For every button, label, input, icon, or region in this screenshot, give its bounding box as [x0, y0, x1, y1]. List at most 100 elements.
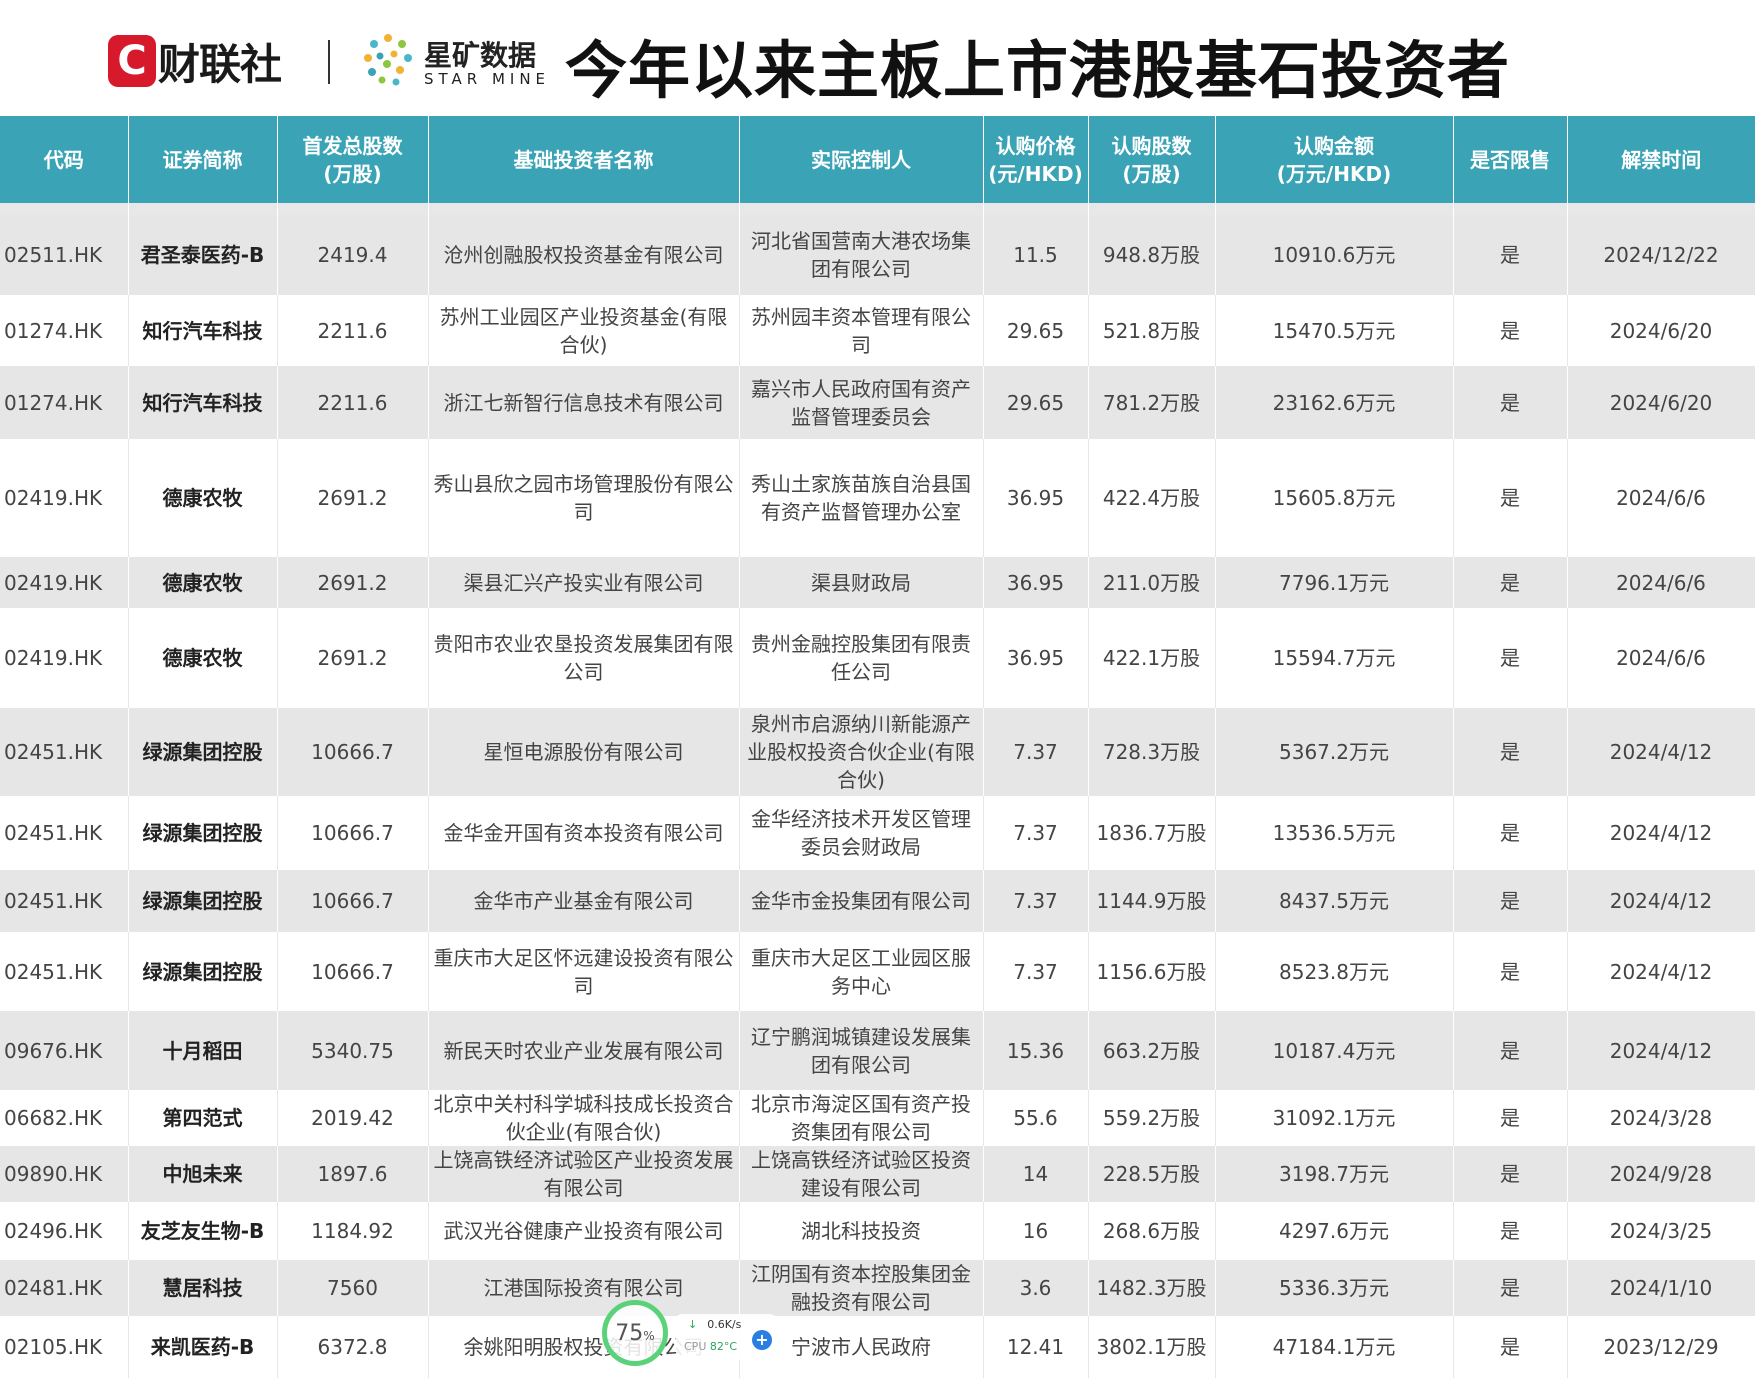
header: C 财联社 星矿数据 STAR MINE 今年以来主板上市港股基石投资者: [0, 0, 1755, 116]
cell-unlock-date: 2024/3/28: [1567, 1090, 1755, 1146]
cell-price: 7.37: [983, 870, 1089, 932]
header-code: 代码: [0, 116, 129, 203]
cpu-temp-value: 82°C: [709, 1340, 738, 1353]
cell-lockup: 是: [1453, 870, 1568, 932]
cell-short-name: 知行汽车科技: [128, 366, 278, 439]
cell-amount: 10187.4万元: [1215, 1011, 1454, 1090]
cell-subscribed-shares: 781.2万股: [1088, 366, 1216, 439]
cell-price: 7.37: [983, 708, 1089, 796]
cell-short-name: 绿源集团控股: [128, 932, 278, 1011]
cell-amount: 23162.6万元: [1215, 366, 1454, 439]
cell-short-name: 友芝友生物-B: [128, 1202, 278, 1260]
cell-investor-name: 金华金开国有资本投资有限公司: [428, 796, 740, 870]
cell-subscribed-shares: 521.8万股: [1088, 295, 1216, 366]
cell-short-name: 德康农牧: [128, 608, 278, 708]
page-title: 今年以来主板上市港股基石投资者: [565, 34, 1511, 107]
cpu-usage-ring: 75%: [602, 1300, 668, 1366]
cell-price: 7.37: [983, 796, 1089, 870]
cell-investor-name: 上饶高铁经济试验区产业投资发展有限公司: [428, 1146, 740, 1202]
cpu-temp: CPU 82°C: [684, 1340, 737, 1353]
cell-investor-name: 秀山县欣之园市场管理股份有限公司: [428, 439, 740, 557]
cell-controller: 上饶高铁经济试验区投资建设有限公司: [739, 1146, 984, 1202]
table-body: 02511.HK 君圣泰医药-B 2419.4 沧州创融股权投资基金有限公司 河北省国营…: [0, 203, 1755, 1378]
header-spacer-row: [0, 203, 1755, 215]
cell-subscribed-shares: 948.8万股: [1088, 215, 1216, 295]
cell-subscribed-shares: 663.2万股: [1088, 1011, 1216, 1090]
cell-subscribed-shares: 268.6万股: [1088, 1202, 1216, 1260]
cell-price: 29.65: [983, 295, 1089, 366]
cell-controller: 金华经济技术开发区管理委员会财政局: [739, 796, 984, 870]
cell-total-shares: 10666.7: [277, 870, 429, 932]
cell-short-name: 第四范式: [128, 1090, 278, 1146]
cell-amount: 7796.1万元: [1215, 557, 1454, 608]
cell-subscribed-shares: 728.3万股: [1088, 708, 1216, 796]
cell-unlock-date: 2024/6/20: [1567, 295, 1755, 366]
cell-lockup: 是: [1453, 215, 1568, 295]
cls-logo: C 财联社: [108, 33, 282, 89]
cell-unlock-date: 2024/6/20: [1567, 366, 1755, 439]
table-row: 02511.HK 君圣泰医药-B 2419.4 沧州创融股权投资基金有限公司 河北省国营…: [0, 215, 1755, 295]
cell-unlock-date: 2024/1/10: [1567, 1260, 1755, 1316]
cell-code: 06682.HK: [0, 1090, 129, 1146]
cell-unlock-date: 2024/4/12: [1567, 796, 1755, 870]
cell-price: 29.65: [983, 366, 1089, 439]
widget-plus-icon[interactable]: +: [752, 1330, 772, 1350]
cell-short-name: 知行汽车科技: [128, 295, 278, 366]
cell-amount: 10910.6万元: [1215, 215, 1454, 295]
table-row: 09676.HK 十月稻田 5340.75 新民天时农业产业发展有限公司 辽宁鹏润城镇建…: [0, 1011, 1755, 1090]
star-mine-name-en: STAR MINE: [424, 70, 551, 88]
cls-logo-mark: C: [108, 35, 156, 87]
cell-total-shares: 2691.2: [277, 557, 429, 608]
cell-lockup: 是: [1453, 557, 1568, 608]
cell-subscribed-shares: 1836.7万股: [1088, 796, 1216, 870]
header-price: 认购价格 (元/HKD): [983, 116, 1089, 203]
cell-total-shares: 10666.7: [277, 796, 429, 870]
cell-short-name: 德康农牧: [128, 439, 278, 557]
cell-investor-name: 星恒电源股份有限公司: [428, 708, 740, 796]
cell-lockup: 是: [1453, 1011, 1568, 1090]
cell-code: 02451.HK: [0, 708, 129, 796]
cell-price: 36.95: [983, 608, 1089, 708]
cell-short-name: 德康农牧: [128, 557, 278, 608]
cell-unlock-date: 2024/6/6: [1567, 439, 1755, 557]
cell-lockup: 是: [1453, 708, 1568, 796]
cell-total-shares: 2211.6: [277, 366, 429, 439]
cell-lockup: 是: [1453, 1202, 1568, 1260]
header-unlock-date: 解禁时间: [1567, 116, 1755, 203]
cell-short-name: 慧居科技: [128, 1260, 278, 1316]
cell-investor-name: 武汉光谷健康产业投资有限公司: [428, 1202, 740, 1260]
cell-controller: 金华市金投集团有限公司: [739, 870, 984, 932]
cell-total-shares: 10666.7: [277, 932, 429, 1011]
cell-controller: 辽宁鹏润城镇建设发展集团有限公司: [739, 1011, 984, 1090]
download-arrow-icon: ↓: [688, 1318, 698, 1331]
cell-code: 02451.HK: [0, 932, 129, 1011]
header-short-name: 证券简称: [128, 116, 278, 203]
cell-lockup: 是: [1453, 1316, 1568, 1378]
cell-controller: 北京市海淀区国有资产投资集团有限公司: [739, 1090, 984, 1146]
table-header-row: 代码 证券简称 首发总股数 (万股) 基础投资者名称 实际控制人 认购价格 (元/HKD)…: [0, 116, 1755, 203]
table-row: 02105.HK 来凯医药-B 6372.8 余姚阳明股权投资有限公司 宁波市人民政府 1…: [0, 1316, 1755, 1378]
cell-amount: 3198.7万元: [1215, 1146, 1454, 1202]
cell-price: 15.36: [983, 1011, 1089, 1090]
cell-unlock-date: 2024/4/12: [1567, 1011, 1755, 1090]
cpu-monitor-widget[interactable]: 75% ↓ 0.6K/s CPU 82°C +: [600, 1300, 780, 1368]
cell-price: 12.41: [983, 1316, 1089, 1378]
table-row: 02496.HK 友芝友生物-B 1184.92 武汉光谷健康产业投资有限公司 湖北科技…: [0, 1202, 1755, 1260]
cell-unlock-date: 2024/4/12: [1567, 870, 1755, 932]
header-amount: 认购金额 (万元/HKD): [1215, 116, 1454, 203]
cell-price: 55.6: [983, 1090, 1089, 1146]
header-lockup: 是否限售: [1453, 116, 1568, 203]
cell-controller: 嘉兴市人民政府国有资产监督管理委员会: [739, 366, 984, 439]
table-row: 02451.HK 绿源集团控股 10666.7 星恒电源股份有限公司 泉州市启源纳川新能…: [0, 708, 1755, 796]
cell-unlock-date: 2024/6/6: [1567, 557, 1755, 608]
cell-total-shares: 2419.4: [277, 215, 429, 295]
cell-amount: 8437.5万元: [1215, 870, 1454, 932]
cell-investor-name: 北京中关村科学城科技成长投资合伙企业(有限合伙): [428, 1090, 740, 1146]
table-row: 02419.HK 德康农牧 2691.2 贵阳市农业农垦投资发展集团有限公司 贵州金融控…: [0, 608, 1755, 708]
table-row: 02451.HK 绿源集团控股 10666.7 金华市产业基金有限公司 金华市金投集团有…: [0, 870, 1755, 932]
cell-amount: 15594.7万元: [1215, 608, 1454, 708]
net-speed: ↓ 0.6K/s: [688, 1318, 741, 1331]
cell-investor-name: 沧州创融股权投资基金有限公司: [428, 215, 740, 295]
cell-subscribed-shares: 422.1万股: [1088, 608, 1216, 708]
cell-subscribed-shares: 1156.6万股: [1088, 932, 1216, 1011]
